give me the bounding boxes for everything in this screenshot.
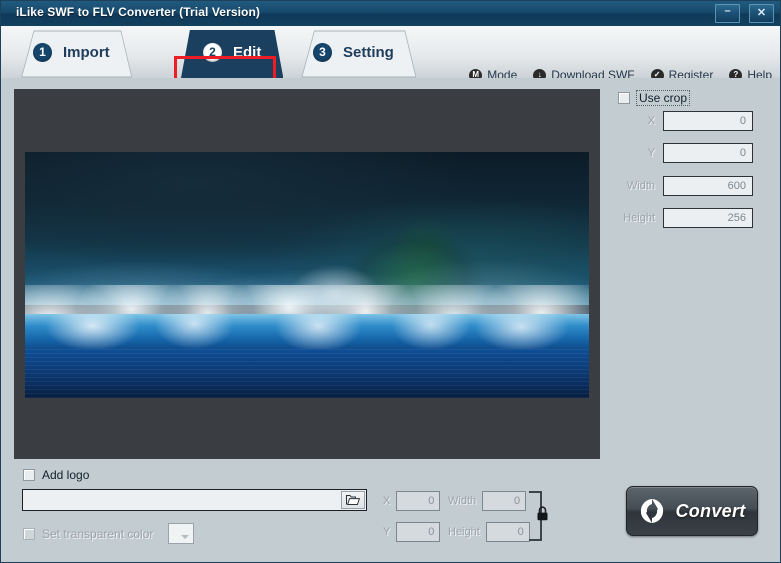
menu-item-mode-label: Mode [487,68,518,79]
add-logo-row[interactable]: Add logo [23,468,89,482]
add-logo-checkbox[interactable] [23,469,35,481]
logo-height-row: Height 0 [448,522,530,542]
logo-y-row: Y 0 [383,522,441,542]
window-title: iLike SWF to FLV Converter (Trial Versio… [16,5,261,19]
crop-x-input[interactable]: 0 [663,110,753,131]
crop-y-label: Y [647,146,655,159]
tab-import-number: 1 [33,42,52,62]
download-icon: ↓ [533,68,547,78]
title-bar: iLike SWF to FLV Converter (Trial Versio… [1,1,780,27]
use-crop-row[interactable]: Use crop [618,90,691,106]
toolbar-menu: M Mode ↓ Download SWF ✓ Register ? Help [469,68,772,79]
tab-toolbar: 1 Import 2 Edit 3 Setting M Mode ↓ Downl… [1,26,780,79]
preview-canvas[interactable] [14,89,600,459]
preview-scene [25,152,589,398]
crop-height-row: Height 256 [611,207,771,228]
transparent-color-picker[interactable] [168,523,195,544]
logo-height-label: Height [448,526,480,538]
help-icon: ? [729,68,743,78]
preview-image [25,152,589,398]
minimize-button[interactable] [715,4,740,23]
crop-width-input[interactable]: 600 [663,175,753,196]
menu-item-download-swf[interactable]: ↓ Download SWF [533,68,635,79]
crop-height-label: Height [623,211,655,224]
use-crop-checkbox[interactable] [618,92,630,104]
aspect-ratio-lock-icon [537,506,548,521]
menu-item-register-label: Register [668,68,714,79]
convert-button-label: Convert [675,500,746,521]
crop-x-label: X [647,114,655,127]
browse-logo-button[interactable] [341,491,365,509]
tab-import-label: Import [63,43,110,61]
tab-edit[interactable]: 2 Edit [181,30,284,78]
logo-y-label: Y [383,526,391,538]
logo-path-input[interactable] [23,490,341,510]
convert-button[interactable]: Convert [626,486,758,536]
menu-item-help[interactable]: ? Help [729,68,772,79]
logo-y-input[interactable]: 0 [396,522,441,542]
open-folder-icon [346,495,360,505]
logo-height-input[interactable]: 0 [485,522,530,542]
set-transparent-color-checkbox[interactable] [23,527,35,540]
tab-edit-label: Edit [233,43,262,61]
close-button[interactable] [749,4,774,23]
set-transparent-color-label: Set transparent color [42,526,154,541]
crop-y-input[interactable]: 0 [663,142,753,163]
crop-width-row: Width 600 [611,175,771,196]
use-crop-label: Use crop [636,90,691,106]
logo-x-label: X [383,495,391,507]
add-logo-label: Add logo [42,468,90,482]
tab-setting[interactable]: 3 Setting [291,30,416,78]
logo-width-input[interactable]: 0 [482,491,527,511]
panel-divider [605,78,606,562]
crop-x-row: X 0 [611,110,771,131]
menu-item-help-label: Help [747,68,772,79]
tab-setting-label: Setting [343,43,394,61]
register-icon: ✓ [650,68,664,78]
crop-y-row: Y 0 [611,142,771,163]
crop-panel: Use crop X 0 Y 0 Width 600 Height 256 [611,86,771,256]
crop-height-input[interactable]: 256 [663,207,753,228]
logo-path-field[interactable] [22,489,367,511]
logo-x-input[interactable]: 0 [396,491,441,511]
logo-x-row: X 0 [383,491,441,511]
logo-width-label: Width [448,495,477,507]
tab-edit-number: 2 [203,42,222,62]
main-content: Use crop X 0 Y 0 Width 600 Height 256 Ad… [1,78,780,562]
tab-import[interactable]: 1 Import [11,30,132,78]
menu-item-register[interactable]: ✓ Register [650,68,714,79]
convert-refresh-icon [641,499,664,523]
menu-item-mode[interactable]: M Mode [469,68,518,79]
aspect-ratio-lock-group[interactable] [529,487,551,545]
set-transparent-color-row[interactable]: Set transparent color [23,523,195,544]
application-window: iLike SWF to FLV Converter (Trial Versio… [0,0,781,563]
menu-item-download-swf-label: Download SWF [551,68,635,79]
mode-icon: M [469,68,483,78]
crop-width-label: Width [626,179,655,192]
tab-setting-number: 3 [313,42,332,62]
scene-sea [25,348,589,398]
logo-width-row: Width 0 [448,491,527,511]
